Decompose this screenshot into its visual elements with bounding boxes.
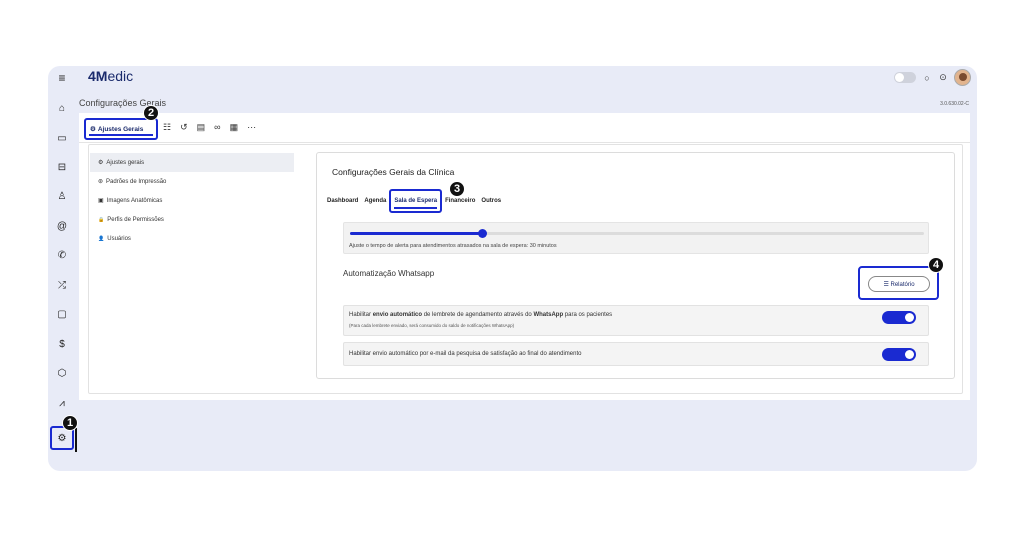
theme-toggle[interactable] <box>894 72 916 83</box>
slider-thumb[interactable] <box>478 229 488 238</box>
slider-fill <box>350 232 483 235</box>
settings-active-marker <box>75 428 77 452</box>
delay-slider[interactable] <box>350 229 924 238</box>
settings-card: ⚙ Ajustes Gerais 2 ☷ ↺ ▤ ∞ ▦ ⋯ ⚙ Ajustes… <box>79 105 970 400</box>
clipboard-icon[interactable]: ▢ <box>53 305 71 323</box>
phone-icon[interactable]: ✆ <box>53 246 71 264</box>
calendar-icon[interactable]: ▭ <box>53 129 71 147</box>
box-icon[interactable]: ⬡ <box>53 364 71 382</box>
step-badge-3: 3 <box>449 181 465 197</box>
tab-sala-de-espera[interactable]: Sala de Espera <box>389 189 443 213</box>
menu-item-label: Usuários <box>107 235 131 242</box>
whatsapp-reminder-toggle[interactable] <box>882 311 916 324</box>
subtabs: Dashboard Agenda Sala de Espera Financei… <box>324 189 504 213</box>
clinic-settings: Configurações Gerais da Clínica Dashboar… <box>316 152 955 379</box>
menu-item-label: Imagens Anatômicas <box>106 197 163 204</box>
history-icon[interactable]: ↺ <box>180 122 188 133</box>
version-label: 3.0.630.02-C <box>940 101 969 107</box>
chat-icon[interactable]: ○ <box>922 73 932 83</box>
help-icon[interactable]: ⊙ <box>938 72 948 83</box>
gears-icon: ⚙ <box>90 126 96 133</box>
delay-slider-box: Ajuste o tempo de alerta para atendiment… <box>343 222 929 254</box>
image-icon: ▣ <box>98 198 104 204</box>
step-badge-2: 2 <box>143 105 159 121</box>
whatsapp-reminder-label: Habilitar envio automático de lembrete d… <box>349 312 613 318</box>
more-icon[interactable]: ⋯ <box>247 122 256 133</box>
chart-icon[interactable]: ⩘ <box>53 394 71 412</box>
app-logo[interactable]: 4Medic <box>88 68 133 84</box>
slider-label: Ajuste o tempo de alerta para atendiment… <box>349 243 557 249</box>
topbar: 4Medic ○ ⊙ <box>76 66 977 90</box>
settings-panel: ⚙ Ajustes gerais ⊛ Padrões de Impressão … <box>88 144 963 394</box>
email-survey-toggle[interactable] <box>882 348 916 361</box>
user-icon: 👤 <box>98 235 105 242</box>
sidebar: ≡ ⌂ ▭ ⊟ ♙ @ ✆ ⤮ ▢ $ ⬡ ⩘ ⚙ 1 <box>48 66 78 471</box>
link-icon[interactable]: ∞ <box>214 122 220 133</box>
menu-item-imagens-anatomicas[interactable]: ▣ Imagens Anatômicas <box>90 191 294 210</box>
step-badge-4: 4 <box>928 257 944 273</box>
menu-item-label: Ajustes gerais <box>106 159 145 166</box>
user-icon[interactable]: ♙ <box>53 187 71 205</box>
card-icon[interactable]: ▤ <box>197 122 206 133</box>
report-button-highlight: ☰ Relatório <box>858 266 939 300</box>
menu-item-perfis-permissoes[interactable]: 🔒 Perfis de Permissões <box>90 210 294 229</box>
menu-item-padroes-impressao[interactable]: ⊛ Padrões de Impressão <box>90 172 294 191</box>
settings-menu: ⚙ Ajustes gerais ⊛ Padrões de Impressão … <box>90 153 294 248</box>
section-title: Configurações Gerais da Clínica <box>332 167 455 177</box>
tab-ajustes-gerais[interactable]: ⚙ Ajustes Gerais <box>84 118 158 140</box>
print-icon: ⊛ <box>98 179 104 185</box>
avatar[interactable] <box>954 69 971 86</box>
tab-ajustes-label: Ajustes Gerais <box>97 125 144 133</box>
calendar-icon[interactable]: ▦ <box>230 122 239 133</box>
menu-item-usuarios[interactable]: 👤 Usuários <box>90 229 294 248</box>
step-badge-1: 1 <box>62 415 78 431</box>
report-button[interactable]: ☰ Relatório <box>868 276 930 292</box>
home-icon[interactable]: ⌂ <box>53 99 71 117</box>
tab-agenda[interactable]: Agenda <box>361 189 389 213</box>
email-survey-label: Habilitar envio automático por e-mail da… <box>349 351 582 357</box>
lock-icon: 🔒 <box>98 216 105 223</box>
email-survey-row: Habilitar envio automático por e-mail da… <box>343 342 929 366</box>
tab-outros[interactable]: Outros <box>478 189 504 213</box>
settings-tabbar: ⚙ Ajustes Gerais 2 ☷ ↺ ▤ ∞ ▦ ⋯ <box>79 105 970 143</box>
dollar-icon[interactable]: $ <box>53 335 71 353</box>
list-icon[interactable]: ☷ <box>163 122 171 133</box>
whatsapp-reminder-row: Habilitar envio automático de lembrete d… <box>343 305 929 336</box>
gears-icon: ⚙ <box>98 160 104 166</box>
menu-item-label: Perfis de Permissões <box>107 216 164 223</box>
sofa-icon[interactable]: ⊟ <box>53 158 71 176</box>
tab-dashboard[interactable]: Dashboard <box>324 189 361 213</box>
menu-item-label: Padrões de Impressão <box>106 178 167 185</box>
at-icon[interactable]: @ <box>53 217 71 235</box>
menu-item-ajustes-gerais[interactable]: ⚙ Ajustes gerais <box>90 153 294 172</box>
menu-icon[interactable]: ≡ <box>53 69 71 87</box>
whatsapp-automation-title: Automatização Whatsapp <box>343 269 435 278</box>
shuffle-icon[interactable]: ⤮ <box>53 276 71 294</box>
whatsapp-reminder-note: (Para cada lembrete enviado, será consum… <box>349 323 515 328</box>
app-window: ≡ ⌂ ▭ ⊟ ♙ @ ✆ ⤮ ▢ $ ⬡ ⩘ ⚙ 1 4Medic ○ ⊙ C… <box>48 66 977 471</box>
